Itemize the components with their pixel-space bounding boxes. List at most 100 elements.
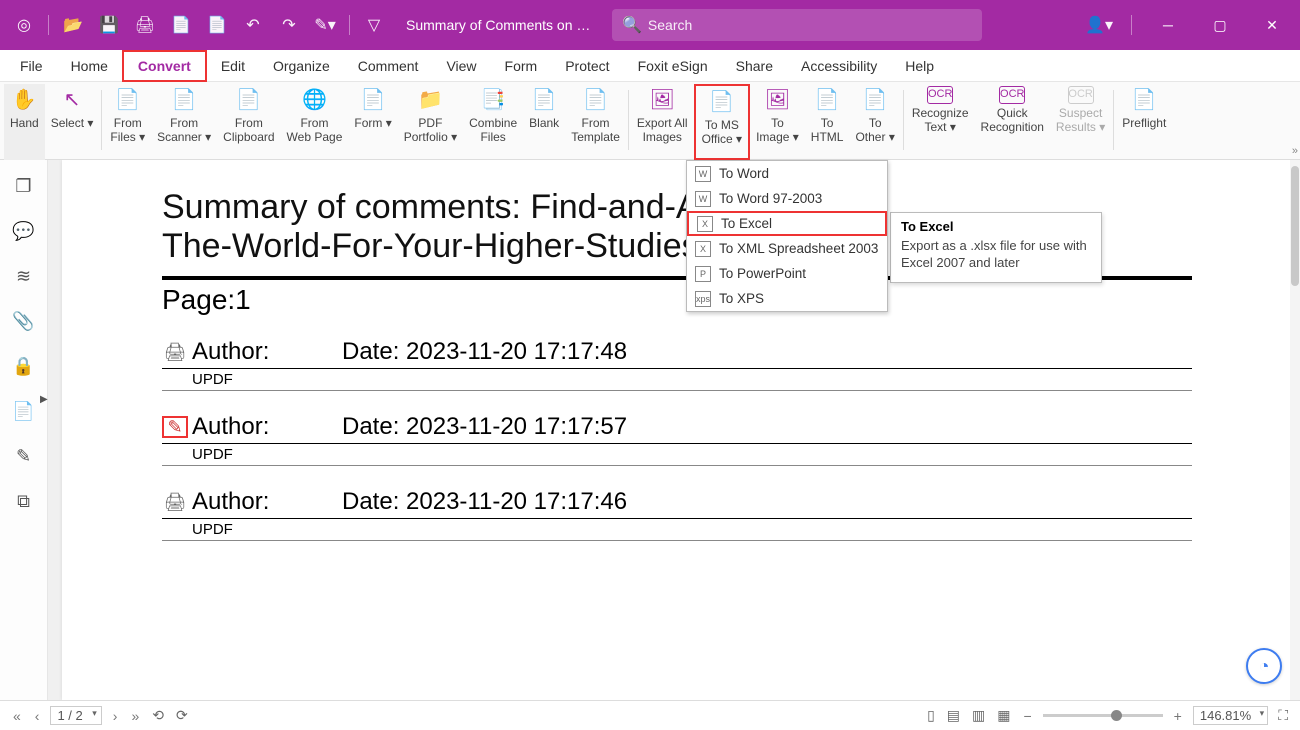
search-box[interactable]: 🔍 Search	[612, 9, 982, 41]
menu-convert[interactable]: Convert	[122, 50, 207, 82]
ribbon-combine-files[interactable]: 📑CombineFiles	[463, 84, 523, 160]
print-icon[interactable]: 🖨	[129, 9, 161, 41]
ribbon-blank[interactable]: 📄Blank	[523, 84, 565, 160]
menu-edit[interactable]: Edit	[207, 52, 259, 80]
layers-panel-icon[interactable]: ≋	[16, 266, 31, 287]
single-page-view-icon[interactable]: ▯	[925, 707, 937, 724]
maximize-button[interactable]: ▢	[1200, 9, 1240, 41]
ribbon-suspect-results[interactable]: OCRSuspectResults ▾	[1050, 84, 1111, 160]
suspect-results-icon: OCR	[1068, 86, 1094, 104]
save-icon[interactable]: 💾	[93, 9, 125, 41]
menu-protect[interactable]: Protect	[551, 52, 623, 80]
compare-panel-icon[interactable]: ⧉	[17, 491, 30, 512]
ribbon-from-template[interactable]: 📄FromTemplate	[565, 84, 626, 160]
dropdown-to-xps[interactable]: xpsTo XPS	[687, 286, 887, 311]
signature-panel-icon[interactable]: ✎	[16, 446, 31, 467]
from-template-icon: 📄	[582, 86, 610, 114]
dropdown-to-excel[interactable]: XTo Excel	[687, 211, 887, 236]
ribbon-select[interactable]: ↖Select ▾	[45, 84, 100, 160]
ribbon-expand-icon[interactable]: »	[1292, 145, 1298, 157]
ribbon-hand[interactable]: ✋Hand	[4, 84, 45, 160]
first-page-button[interactable]: «	[10, 708, 24, 724]
ribbon-quick-recognition[interactable]: OCRQuickRecognition	[975, 84, 1050, 160]
sign-icon[interactable]: ✎▾	[309, 9, 341, 41]
ribbon-recognize-text[interactable]: OCRRecognizeText ▾	[906, 84, 975, 160]
scrollbar-thumb[interactable]	[1291, 166, 1299, 286]
facing-view-icon[interactable]: ▥	[970, 707, 987, 724]
menu-comment[interactable]: Comment	[344, 52, 433, 80]
security-panel-icon[interactable]: 🔒	[12, 356, 34, 377]
ribbon-from-clipboard[interactable]: 📄FromClipboard	[217, 84, 280, 160]
dropdown-to-word-97-2003[interactable]: WTo Word 97-2003	[687, 186, 887, 211]
tooltip: To Excel Export as a .xlsx file for use …	[890, 212, 1102, 283]
zoom-in-button[interactable]: +	[1171, 708, 1185, 724]
prev-page-button[interactable]: ‹	[32, 708, 43, 724]
vertical-scrollbar[interactable]	[1290, 160, 1300, 700]
attachments-panel-icon[interactable]: 📎	[12, 311, 34, 332]
continuous-view-icon[interactable]: ▤	[945, 707, 962, 724]
fullscreen-icon[interactable]: ⛶	[1276, 707, 1290, 724]
panel-expand-icon[interactable]: ▶	[40, 394, 48, 405]
ribbon-separator	[101, 90, 102, 150]
comments-panel-icon[interactable]: 💬	[12, 221, 34, 242]
dropdown-to-powerpoint[interactable]: PTo PowerPoint	[687, 261, 887, 286]
ribbon-label: Form ▾	[354, 116, 391, 130]
close-button[interactable]: ✕	[1252, 9, 1292, 41]
ribbon-label: Results ▾	[1056, 120, 1105, 134]
menu-foxit-esign[interactable]: Foxit eSign	[624, 52, 722, 80]
dropdown-label: To Word 97-2003	[719, 191, 822, 206]
dropdown-to-word[interactable]: WTo Word	[687, 161, 887, 186]
ribbon-from-web-page[interactable]: 🌐FromWeb Page	[281, 84, 349, 160]
undo-icon[interactable]: ↶	[237, 9, 269, 41]
user-icon[interactable]: 👤▾	[1083, 9, 1115, 41]
ribbon-label: Hand	[10, 116, 39, 130]
menu-view[interactable]: View	[432, 52, 490, 80]
ribbon-to-ms-office[interactable]: 📄To MSOffice ▾	[694, 84, 750, 160]
new-doc-icon[interactable]: 📄	[165, 9, 197, 41]
app-logo-icon[interactable]: ◎	[8, 9, 40, 41]
continuous-facing-view-icon[interactable]: ▦	[995, 707, 1012, 724]
pages-panel-icon[interactable]: ❐	[15, 176, 31, 197]
page-indicator[interactable]: 1 / 2	[50, 706, 101, 725]
dropdown-label: To PowerPoint	[719, 266, 806, 281]
menu-share[interactable]: Share	[722, 52, 787, 80]
menu-organize[interactable]: Organize	[259, 52, 344, 80]
form-panel-icon[interactable]: 📄	[12, 401, 34, 422]
menu-accessibility[interactable]: Accessibility	[787, 52, 891, 80]
ribbon-form[interactable]: 📄Form ▾	[348, 84, 397, 160]
export-doc-icon[interactable]: 📄	[201, 9, 233, 41]
ribbon-to-html[interactable]: 📄ToHTML	[805, 84, 850, 160]
open-icon[interactable]: 📂	[57, 9, 89, 41]
comment-date: Date: 2023-11-20 17:17:46	[342, 488, 627, 516]
ribbon-export-all-images[interactable]: 🖼Export AllImages	[631, 84, 694, 160]
ribbon-from-scanner[interactable]: 📄FromScanner ▾	[151, 84, 217, 160]
assistant-bubble-icon[interactable]: ◔	[1246, 648, 1282, 684]
dropdown-label: To Word	[719, 166, 769, 181]
from-web-page-icon: 🌐	[300, 86, 328, 114]
ribbon-preflight[interactable]: 📄Preflight	[1116, 84, 1172, 160]
titlebar-right: 👤▾ ─ ▢ ✕	[1083, 9, 1292, 41]
rotate-ccw-icon[interactable]: ⟲	[150, 707, 166, 724]
zoom-slider[interactable]	[1043, 714, 1163, 717]
rotate-cw-icon[interactable]: ⟳	[174, 707, 190, 724]
menu-home[interactable]: Home	[57, 52, 122, 80]
redo-icon[interactable]: ↷	[273, 9, 305, 41]
menu-help[interactable]: Help	[891, 52, 948, 80]
next-page-button[interactable]: ›	[110, 708, 121, 724]
ribbon-to-other[interactable]: 📄ToOther ▾	[849, 84, 900, 160]
menu-form[interactable]: Form	[491, 52, 552, 80]
zoom-slider-thumb[interactable]	[1111, 710, 1122, 721]
last-page-button[interactable]: »	[128, 708, 142, 724]
dropdown-to-xml-spreadsheet-2003[interactable]: XTo XML Spreadsheet 2003	[687, 236, 887, 261]
zoom-value[interactable]: 146.81%	[1193, 706, 1268, 725]
ribbon-to-image[interactable]: 🖼ToImage ▾	[750, 84, 805, 160]
select-icon: ↖	[58, 86, 86, 114]
zoom-out-button[interactable]: −	[1020, 708, 1034, 724]
more-icon[interactable]: ▽	[358, 9, 390, 41]
ribbon-from-files[interactable]: 📄FromFiles ▾	[104, 84, 151, 160]
ribbon-pdf-portfolio[interactable]: 📁PDFPortfolio ▾	[398, 84, 463, 160]
menu-file[interactable]: File	[6, 52, 57, 80]
page-area[interactable]: Summary of comments: Find-and-Ap The-Wor…	[48, 160, 1300, 700]
ribbon-label: To	[821, 116, 834, 130]
minimize-button[interactable]: ─	[1148, 9, 1188, 41]
